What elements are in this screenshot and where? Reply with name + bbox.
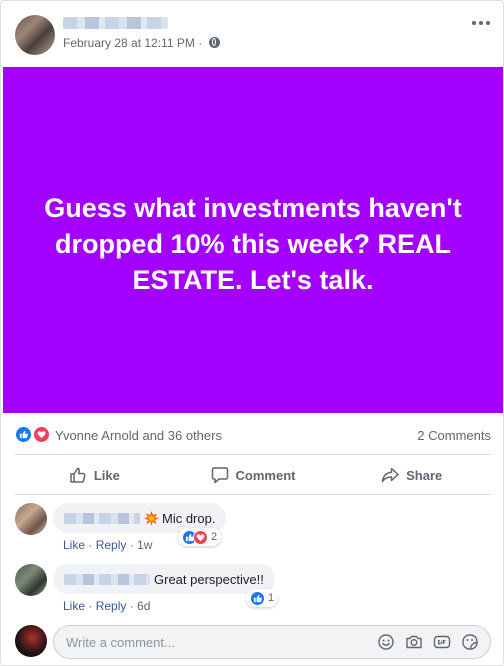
camera-icon[interactable] xyxy=(405,633,423,651)
share-button[interactable]: Share xyxy=(332,457,491,493)
collision-emoji-icon xyxy=(144,510,159,526)
globe-icon xyxy=(208,37,220,48)
like-reaction-icon xyxy=(250,590,265,606)
comments-count[interactable]: 2 Comments xyxy=(417,428,491,443)
comment-label: Comment xyxy=(235,467,296,483)
reactors-text[interactable]: Yvonne Arnold and 36 others xyxy=(55,428,222,443)
composer-icons xyxy=(377,633,479,651)
commenter-name-blurred[interactable] xyxy=(64,512,140,524)
author-name-blurred[interactable] xyxy=(63,17,168,29)
comment-meta: Like · Reply · 1w xyxy=(63,538,153,552)
reaction-count: 1 xyxy=(268,592,275,604)
reactions-summary[interactable]: Yvonne Arnold and 36 others 2 Comments xyxy=(15,423,491,445)
comment-composer xyxy=(15,625,491,659)
date-separator: · xyxy=(198,36,203,50)
more-horizontal-icon[interactable] xyxy=(471,13,491,33)
comment-text: Mic drop. xyxy=(162,510,216,526)
comment-text: Great perspective!! xyxy=(154,571,264,587)
post-card: February 28 at 12:11 PM · Guess what inv… xyxy=(0,0,504,666)
thumbs-up-icon xyxy=(70,467,86,483)
comment-reactions[interactable]: 1 xyxy=(246,589,279,607)
like-reaction-icon xyxy=(15,426,32,443)
comment-time[interactable]: 6d xyxy=(137,599,150,613)
post-actions: Like Comment Share xyxy=(15,457,491,493)
love-reaction-icon xyxy=(193,529,208,545)
post-banner: Guess what investments haven't dropped 1… xyxy=(3,67,503,413)
share-label: Share xyxy=(406,467,443,483)
comment-bubble: Great perspective!! xyxy=(53,564,275,594)
comment-button[interactable]: Comment xyxy=(174,457,333,493)
post-banner-text: Guess what investments haven't dropped 1… xyxy=(44,193,462,295)
current-user-avatar[interactable] xyxy=(15,625,47,657)
comment-meta: Like · Reply · 6d xyxy=(63,599,151,613)
divider xyxy=(15,494,491,495)
post-header: February 28 at 12:11 PM · xyxy=(1,1,503,67)
divider xyxy=(15,454,491,455)
comment-reply-link[interactable]: Reply xyxy=(96,538,127,552)
comment-icon xyxy=(211,467,228,484)
share-icon xyxy=(381,467,399,483)
post-timestamp[interactable]: February 28 at 12:11 PM · xyxy=(63,36,220,50)
comment-like-link[interactable]: Like xyxy=(63,538,85,552)
commenter-name-blurred[interactable] xyxy=(64,573,150,585)
post-date-text[interactable]: February 28 at 12:11 PM xyxy=(63,36,195,50)
comment-time[interactable]: 1w xyxy=(137,538,152,552)
sticker-icon[interactable] xyxy=(461,633,479,651)
emoji-icon[interactable] xyxy=(377,633,395,651)
like-label: Like xyxy=(93,467,120,483)
reaction-count: 2 xyxy=(211,531,218,543)
comment-reply-link[interactable]: Reply xyxy=(96,599,127,613)
like-button[interactable]: Like xyxy=(15,457,174,493)
author-avatar[interactable] xyxy=(15,15,55,55)
comment-like-link[interactable]: Like xyxy=(63,599,85,613)
comment-reactions[interactable]: 2 xyxy=(178,528,222,546)
commenter-avatar[interactable] xyxy=(15,564,47,596)
gif-icon[interactable] xyxy=(433,633,451,651)
love-reaction-icon xyxy=(33,426,50,443)
commenter-avatar[interactable] xyxy=(15,503,47,535)
